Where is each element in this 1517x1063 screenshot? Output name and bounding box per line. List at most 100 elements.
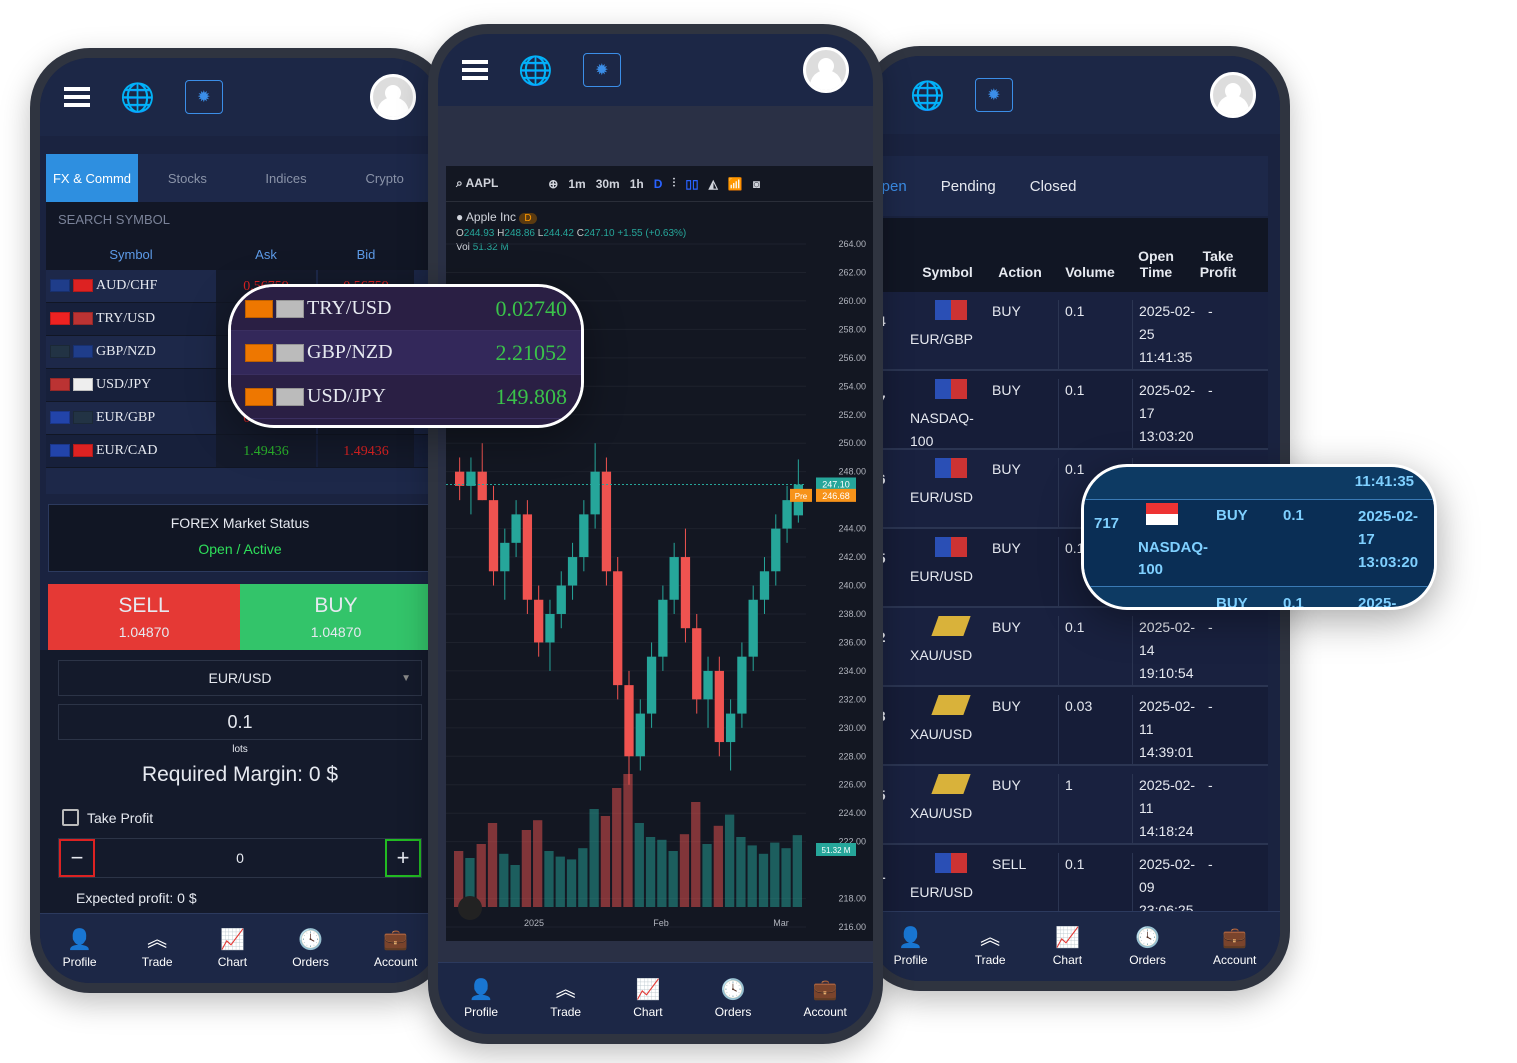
candle (466, 471, 476, 486)
flag-icon (50, 345, 70, 359)
take-profit-checkbox[interactable] (62, 809, 79, 826)
price-tick: 240.00 (838, 581, 866, 591)
order-action: BUY (992, 540, 1021, 556)
settings-icon[interactable]: ✹ (582, 53, 621, 87)
nav-label: Trade (141, 954, 173, 969)
candle-style-icon[interactable]: ▯▯ (685, 177, 698, 191)
nav-trade[interactable]: ︽ Trade (142, 929, 173, 969)
add-icon[interactable]: ⊕ (548, 177, 558, 191)
avatar[interactable] (803, 47, 849, 93)
indicators-icon[interactable]: 📶 (728, 177, 743, 191)
interval-1h[interactable]: 1h (630, 177, 644, 191)
account-icon: 💼 (812, 978, 838, 1001)
minus-button[interactable]: − (59, 839, 95, 877)
sell-button[interactable]: SELL 1.04870 (48, 584, 240, 650)
tab-pending[interactable]: Pending (941, 178, 996, 195)
order-row[interactable]: 05 XAU/USD BUY 1 2025-02-11 14:18:24 - (870, 766, 1268, 845)
tab-indices[interactable]: Indices (237, 171, 336, 186)
mag-symbol: NASDAQ-100 (1138, 539, 1208, 578)
lots-input[interactable]: 0.1 (58, 704, 422, 740)
avatar[interactable] (370, 74, 416, 120)
symbol-row[interactable]: EUR/CAD 1.49436 1.49436 (46, 435, 434, 468)
symbol-select[interactable]: EUR/USD ▼ (58, 660, 422, 696)
mag-next-action: BUY (1216, 595, 1248, 610)
nav-account[interactable]: 💼 Account (804, 979, 847, 1019)
nav-orders[interactable]: 🕓 Orders (715, 979, 752, 1019)
flag-icon (73, 411, 93, 425)
nav-chart[interactable]: 📈 Chart (218, 929, 247, 969)
order-row[interactable]: 08 XAU/USD BUY 0.03 2025-02-11 14:39:01 … (870, 687, 1268, 766)
nav-orders[interactable]: 🕓 Orders (1129, 927, 1166, 967)
volume-bar (679, 834, 690, 907)
order-symbol: XAU/USD (910, 805, 973, 821)
take-profit-row: Take Profit (62, 809, 418, 826)
take-profit-stepper[interactable]: − 0 + (58, 838, 422, 878)
order-volume: 0.03 (1058, 695, 1132, 764)
chart-icon: 📈 (219, 928, 245, 951)
globe-icon[interactable]: 🌐 (120, 81, 155, 114)
expected-profit: Expected profit: 0 $ (76, 890, 197, 906)
bar-style-icon[interactable]: ⫶ (672, 176, 675, 191)
volume-bar (623, 774, 633, 907)
header-bid: Bid (356, 246, 376, 262)
buy-button[interactable]: BUY 1.04870 (240, 584, 432, 650)
nav-orders[interactable]: 🕓 Orders (292, 929, 329, 969)
candle (579, 514, 589, 558)
settings-icon[interactable]: ✹ (184, 80, 223, 114)
order-row[interactable]: 17 NASDAQ-100 BUY 0.1 2025-02-17 13:03:2… (870, 371, 1268, 450)
nav-profile[interactable]: 👤 Profile (63, 929, 97, 969)
volume-bar (600, 816, 611, 907)
nav-label: Trade (974, 952, 1006, 967)
globe-icon[interactable]: 🌐 (910, 79, 945, 112)
nav-label: Profile (893, 952, 928, 967)
area-style-icon[interactable]: ◭ (709, 177, 718, 191)
avatar[interactable] (1210, 72, 1256, 118)
us-flag-icon (1146, 503, 1178, 525)
interval-d[interactable]: D (654, 177, 663, 191)
nav-account[interactable]: 💼 Account (374, 929, 417, 969)
interval-30m[interactable]: 30m (596, 177, 620, 191)
nav-trade[interactable]: ︽ Trade (550, 979, 581, 1019)
price-tick: 234.00 (838, 666, 866, 676)
nav-trade[interactable]: ︽ Trade (975, 927, 1006, 967)
nav-account[interactable]: 💼 Account (1213, 927, 1256, 967)
flag-icon (935, 537, 967, 557)
header-ask: Ask (255, 246, 277, 262)
interval-1m[interactable]: 1m (568, 177, 585, 191)
nav-profile[interactable]: 👤 Profile (464, 979, 498, 1019)
chart-screen: 🌐 ✹ ⌕ AAPL ⊕ 1m 30m 1h D ⫶ ▯▯ ◭ 📶 ◙ ● Ap… (438, 34, 873, 1034)
orders-icon: 🕓 (1135, 926, 1160, 949)
candle (725, 713, 736, 743)
order-symbol: EUR/USD (910, 489, 974, 505)
nav-label: Account (1213, 952, 1257, 967)
plus-button[interactable]: + (385, 839, 421, 877)
camera-icon[interactable]: ◙ (753, 177, 760, 191)
tab-stocks[interactable]: Stocks (138, 171, 237, 186)
nav-chart[interactable]: 📈 Chart (633, 979, 662, 1019)
order-row[interactable]: 24 EUR/GBP BUY 0.1 2025-02-25 11:41:35 - (870, 292, 1268, 371)
nav-profile[interactable]: 👤 Profile (894, 927, 928, 967)
symbol-search[interactable]: ⌕ AAPL (456, 176, 498, 191)
volume-bar (612, 788, 622, 907)
tab-fx[interactable]: FX & Commd (46, 154, 138, 202)
gold-icon (931, 695, 971, 715)
market-status: Open / Active (198, 541, 282, 557)
trade-screen: 🌐 ✹ FX & Commd Stocks Indices Crypto SEA… (40, 58, 440, 983)
search-input[interactable]: SEARCH SYMBOL (46, 202, 434, 238)
candle (737, 656, 747, 714)
settings-icon[interactable]: ✹ (974, 78, 1013, 112)
tab-crypto[interactable]: Crypto (335, 171, 434, 186)
menu-icon[interactable] (462, 60, 488, 80)
volume-bar (691, 802, 701, 907)
header-volume: Volume (1065, 264, 1115, 280)
chart-widget: ⌕ AAPL ⊕ 1m 30m 1h D ⫶ ▯▯ ◭ 📶 ◙ ● Apple … (446, 166, 873, 941)
menu-icon[interactable] (64, 87, 90, 107)
candle (646, 656, 657, 714)
nav-label: Orders (714, 1004, 752, 1019)
nav-chart[interactable]: 📈 Chart (1053, 927, 1082, 967)
tab-closed[interactable]: Closed (1030, 178, 1077, 195)
top-bar: 🌐 ✹ (438, 34, 873, 106)
order-row[interactable]: 12 XAU/USD BUY 0.1 2025-02-14 19:10:54 - (870, 608, 1268, 687)
globe-icon[interactable]: 🌐 (518, 54, 553, 87)
take-profit-input[interactable]: 0 (95, 839, 385, 877)
